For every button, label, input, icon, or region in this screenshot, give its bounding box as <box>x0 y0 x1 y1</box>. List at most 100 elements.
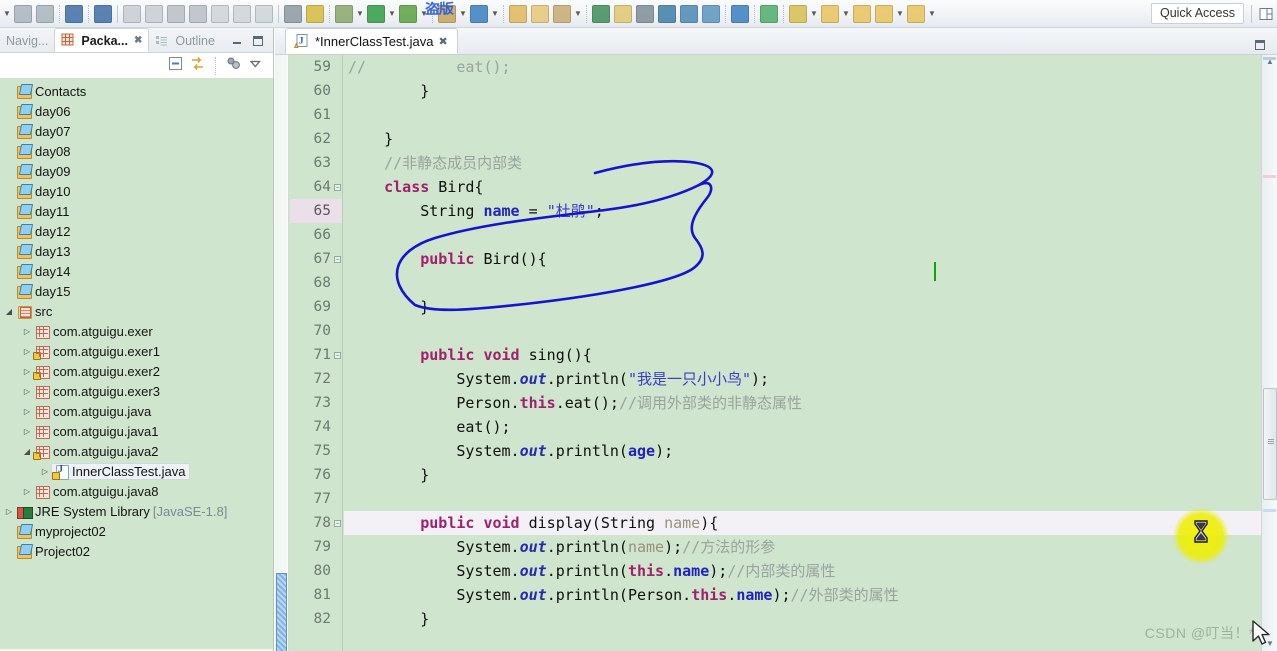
new-package-button[interactable] <box>613 3 633 25</box>
line-number-70[interactable]: 70 <box>290 319 342 343</box>
chevron-right-icon[interactable]: ▷ <box>20 487 34 496</box>
run-button[interactable] <box>366 3 386 25</box>
chevron-right-icon[interactable]: ▷ <box>2 507 16 516</box>
code-line-63[interactable]: //非静态成员内部类 <box>344 151 1277 175</box>
tree-item-day09[interactable]: day09 <box>0 161 273 181</box>
disconnect-button[interactable] <box>188 3 208 25</box>
code-line-60[interactable]: } <box>344 79 1277 103</box>
code-line-77[interactable] <box>344 487 1277 511</box>
line-number-72[interactable]: 72 <box>290 367 342 391</box>
focus-task-icon[interactable] <box>226 56 241 76</box>
new-class-button[interactable] <box>591 3 611 25</box>
editor-maximize-icon[interactable] <box>1253 39 1277 54</box>
chevron-right-icon[interactable]: ▷ <box>38 467 52 476</box>
tree-item-myproject02[interactable]: myproject02 <box>0 521 273 541</box>
line-number-60[interactable]: 60 <box>290 79 342 103</box>
line-number-77[interactable]: 77 <box>290 487 342 511</box>
code-line-81[interactable]: System.out.println(Person.this.name);//外… <box>344 583 1277 607</box>
chevron-down-icon[interactable] <box>248 56 263 76</box>
tree-item-day15[interactable]: day15 <box>0 281 273 301</box>
chevron-down-icon[interactable]: ◢ <box>20 447 34 456</box>
drop-to-frame-button[interactable] <box>254 3 274 25</box>
code-editor[interactable]: 59 60 61 62 63 64−65 66 67−68 69 70 71−72 73 74 75 76 7… <box>275 55 1277 651</box>
chevron-right-icon[interactable]: ▷ <box>20 427 34 436</box>
tree-item-com-atguigu-java2[interactable]: ◢ com.atguigu.java2 <box>0 441 273 461</box>
tree-item-day13[interactable]: day13 <box>0 241 273 261</box>
maximize-icon[interactable] <box>251 34 265 52</box>
code-text[interactable]: // eat(); } } //非静态成员内部类 class Bird{ Str… <box>344 55 1277 651</box>
line-number-64[interactable]: 64− <box>290 175 342 199</box>
new-java-project-button[interactable] <box>334 3 354 25</box>
open-type-button[interactable] <box>657 3 677 25</box>
chevron-down-icon[interactable]: ▼ <box>355 5 365 23</box>
editor-tab-innerclasstest[interactable]: J *InnerClassTest.java ✖ <box>285 28 458 54</box>
line-number-63[interactable]: 63 <box>290 151 342 175</box>
tree-item-com-atguigu-exer2[interactable]: ▷ com.atguigu.exer2 <box>0 361 273 381</box>
tree-item-com-atguigu-exer[interactable]: ▷ com.atguigu.exer <box>0 321 273 341</box>
tree-item-com-atguigu-exer3[interactable]: ▷ com.atguigu.exer3 <box>0 381 273 401</box>
tree-item-day14[interactable]: day14 <box>0 261 273 281</box>
line-number-78[interactable]: 78− <box>290 511 342 535</box>
close-icon[interactable]: ✖ <box>439 35 448 48</box>
line-number-62[interactable]: 62 <box>290 127 342 151</box>
chevron-down-icon[interactable]: ▼ <box>573 5 583 23</box>
tree-item-project02[interactable]: Project02 <box>0 541 273 561</box>
forward-button[interactable] <box>874 3 894 25</box>
code-line-75[interactable]: System.out.println(age); <box>344 439 1277 463</box>
code-line-82[interactable]: } <box>344 607 1277 631</box>
line-number-69[interactable]: 69 <box>290 295 342 319</box>
code-line-61[interactable] <box>344 103 1277 127</box>
save-all-button[interactable] <box>35 3 55 25</box>
tree-item-day11[interactable]: day11 <box>0 201 273 221</box>
step-into-button[interactable] <box>122 3 142 25</box>
annotation-marker-column[interactable] <box>275 55 289 651</box>
line-number-67[interactable]: 67− <box>290 247 342 271</box>
tree-item-day07[interactable]: day07 <box>0 121 273 141</box>
import-button[interactable] <box>530 3 550 25</box>
code-line-78[interactable]: public void display(String name){ <box>344 511 1277 535</box>
tree-item-jre-system-library[interactable]: ▷ JRE System Library [JavaSE-1.8] <box>0 501 273 521</box>
line-number-68[interactable]: 68 <box>290 271 342 295</box>
tree-item-contacts[interactable]: Contacts <box>0 81 273 101</box>
tab-outline[interactable]: Outline <box>149 30 221 52</box>
code-line-70[interactable] <box>344 319 1277 343</box>
code-line-74[interactable]: eat(); <box>344 415 1277 439</box>
previous-annotation-button[interactable] <box>305 3 325 25</box>
fold-toggle-icon[interactable]: − <box>334 352 341 359</box>
code-line-80[interactable]: System.out.println(this.name);//内部类的属性 <box>344 559 1277 583</box>
line-number-80[interactable]: 80 <box>290 559 342 583</box>
open-resource-button[interactable] <box>701 3 721 25</box>
debug-button[interactable] <box>398 3 418 25</box>
svn-button[interactable] <box>759 3 779 25</box>
line-number-76[interactable]: 76 <box>290 463 342 487</box>
code-line-66[interactable] <box>344 223 1277 247</box>
chevron-down-icon[interactable]: ▼ <box>841 5 851 23</box>
editor-scrollbar[interactable]: ▲ ▼ <box>1261 55 1277 651</box>
pause-button[interactable] <box>144 3 164 25</box>
code-line-72[interactable]: System.out.println("我是一只小小鸟"); <box>344 367 1277 391</box>
new-folder-button[interactable] <box>508 3 528 25</box>
save-button[interactable] <box>13 3 33 25</box>
quick-access-field[interactable]: Quick Access <box>1150 3 1244 24</box>
tree-item-src[interactable]: ◢ src <box>0 301 273 321</box>
chevron-down-icon[interactable]: ▼ <box>458 5 468 23</box>
line-number-59[interactable]: 59 <box>290 55 342 79</box>
code-line-62[interactable]: } <box>344 127 1277 151</box>
line-number-82[interactable]: 82 <box>290 607 342 631</box>
chevron-right-icon[interactable]: ▷ <box>20 387 34 396</box>
fold-toggle-icon[interactable]: − <box>334 256 341 263</box>
line-number-81[interactable]: 81 <box>290 583 342 607</box>
code-line-69[interactable]: } <box>344 295 1277 319</box>
coverage-button[interactable] <box>469 3 489 25</box>
tree-item-com-atguigu-java8[interactable]: ▷ com.atguigu.java8 <box>0 481 273 501</box>
link-with-editor-icon[interactable] <box>190 56 205 76</box>
chevron-down-icon[interactable]: ▼ <box>490 5 500 23</box>
line-number-65[interactable]: 65 <box>290 199 342 223</box>
globe-button[interactable] <box>730 3 750 25</box>
chevron-right-icon[interactable]: ▷ <box>20 347 34 356</box>
chevron-down-icon[interactable]: ▼ <box>419 5 429 23</box>
next-edit-button[interactable] <box>820 3 840 25</box>
collapse-all-icon[interactable] <box>168 56 183 76</box>
chevron-down-icon[interactable]: ▼ <box>809 5 819 23</box>
code-line-65[interactable]: String name = "杜鹃"; <box>344 199 1277 223</box>
